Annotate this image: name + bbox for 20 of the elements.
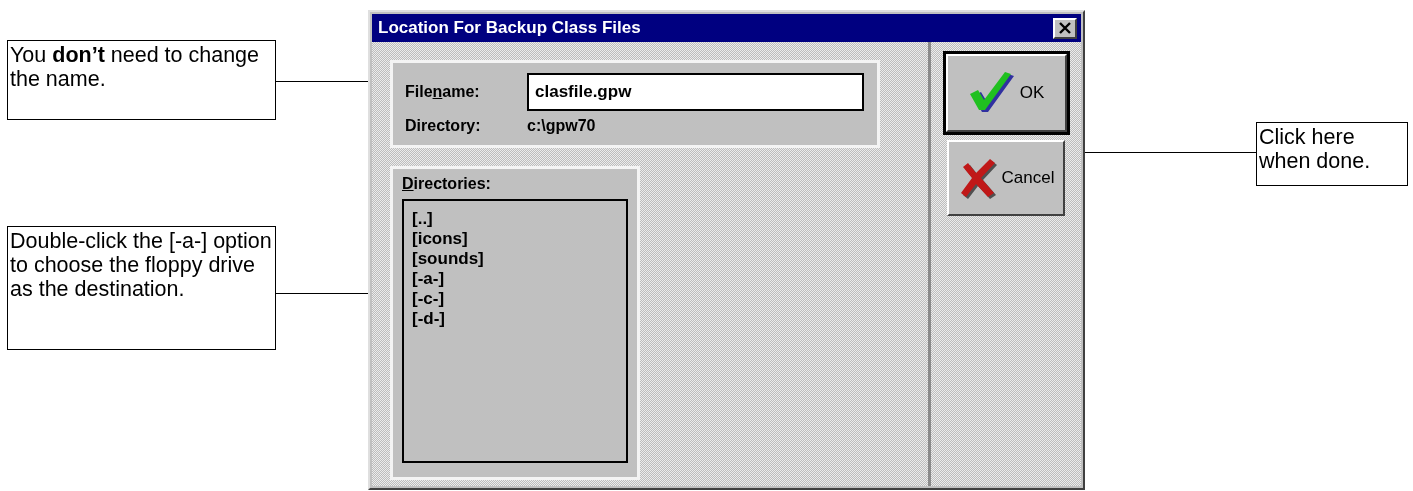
window-title: Location For Backup Class Files — [378, 18, 641, 38]
directory-item[interactable]: [..] — [412, 209, 618, 229]
cancel-button[interactable]: Cancel — [947, 140, 1065, 216]
filename-field[interactable]: clasfile.gpw — [527, 73, 864, 111]
directory-value: c:\gpw70 — [527, 117, 596, 135]
directories-label: Directories: — [402, 175, 492, 193]
directory-item[interactable]: [-d-] — [412, 309, 618, 329]
directory-item[interactable]: [sounds] — [412, 249, 618, 269]
filename-label: Filename: — [405, 83, 481, 101]
directories-list[interactable]: [..] [icons] [sounds] [-a-] [-c-] [-d-] — [402, 199, 628, 463]
ok-button[interactable]: OK — [945, 54, 1067, 132]
directory-item[interactable]: [-c-] — [412, 289, 618, 309]
directory-item[interactable]: [-a-] — [412, 269, 618, 289]
callout-box: Double-click the [-a-] option to choose the floppy drive as the destination. — [7, 226, 276, 350]
close-icon — [1058, 22, 1072, 34]
directory-item[interactable]: [icons] — [412, 229, 618, 249]
directory-label: Directory: — [405, 117, 482, 135]
callout-box: You don’t need to change the name. — [7, 40, 276, 120]
close-button[interactable] — [1053, 17, 1077, 39]
callout-box: Click here when done. — [1256, 122, 1408, 186]
